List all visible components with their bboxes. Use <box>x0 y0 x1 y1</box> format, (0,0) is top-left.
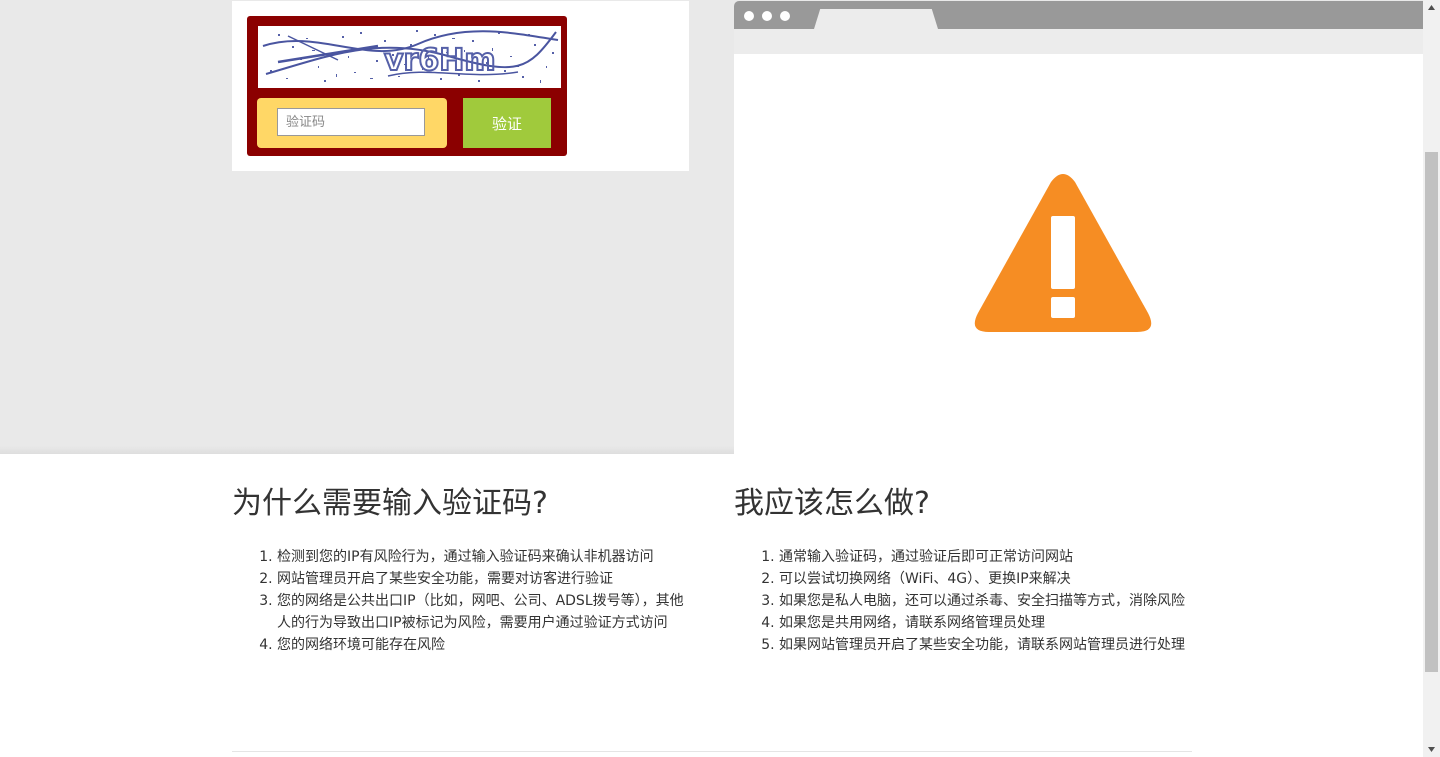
what-title: 我应该怎么做? <box>734 486 930 521</box>
captcha-panel: vr6Hm 验证 <box>232 1 689 171</box>
footer-divider <box>232 751 1192 752</box>
window-dot-icon <box>762 11 772 21</box>
why-list: 检测到您的IP有风险行为，通过输入验证码来确认非机器访问 网站管理员开启了某些安… <box>232 546 692 656</box>
list-item: 通常输入验证码，通过验证后即可正常访问网站 <box>779 546 1189 568</box>
list-item: 您的网络环境可能存在风险 <box>277 634 692 656</box>
scroll-thumb[interactable] <box>1425 152 1438 672</box>
list-item: 您的网络是公共出口IP（比如，网吧、公司、ADSL拨号等），其他人的行为导致出口… <box>277 590 692 634</box>
page-scrollbar[interactable] <box>1423 0 1440 757</box>
window-dot-icon <box>780 11 790 21</box>
captcha-text: vr6Hm <box>384 43 496 78</box>
warning-icon <box>974 174 1152 332</box>
captcha-box: vr6Hm 验证 <box>247 16 567 156</box>
scroll-up-icon[interactable] <box>1428 5 1435 10</box>
verify-button[interactable]: 验证 <box>463 98 551 148</box>
scroll-down-icon[interactable] <box>1428 747 1435 752</box>
browser-address-strip <box>734 29 1423 54</box>
why-section: 为什么需要输入验证码? 检测到您的IP有风险行为，通过输入验证码来确认非机器访问… <box>232 484 692 656</box>
window-dot-icon <box>744 11 754 21</box>
browser-title-bar <box>734 1 1423 29</box>
list-item: 如果您是共用网络，请联系网络管理员处理 <box>779 612 1189 634</box>
list-item: 可以尝试切换网络（WiFi、4G）、更换IP来解决 <box>779 568 1189 590</box>
browser-content <box>734 54 1423 454</box>
captcha-input[interactable] <box>277 108 425 136</box>
what-list: 通常输入验证码，通过验证后即可正常访问网站 可以尝试切换网络（WiFi、4G）、… <box>734 546 1189 656</box>
browser-illustration <box>734 1 1423 454</box>
captcha-input-wrap <box>257 98 447 148</box>
list-item: 如果网站管理员开启了某些安全功能，请联系网站管理员进行处理 <box>779 634 1189 656</box>
browser-tab <box>814 9 938 29</box>
what-section: 我应该怎么做? 通常输入验证码，通过验证后即可正常访问网站 可以尝试切换网络（W… <box>734 484 1194 656</box>
list-item: 如果您是私人电脑，还可以通过杀毒、安全扫描等方式，消除风险 <box>779 590 1189 612</box>
list-item: 检测到您的IP有风险行为，通过输入验证码来确认非机器访问 <box>277 546 692 568</box>
list-item: 网站管理员开启了某些安全功能，需要对访客进行验证 <box>277 568 692 590</box>
captcha-image: vr6Hm <box>258 26 561 88</box>
why-title: 为什么需要输入验证码? <box>232 486 548 521</box>
